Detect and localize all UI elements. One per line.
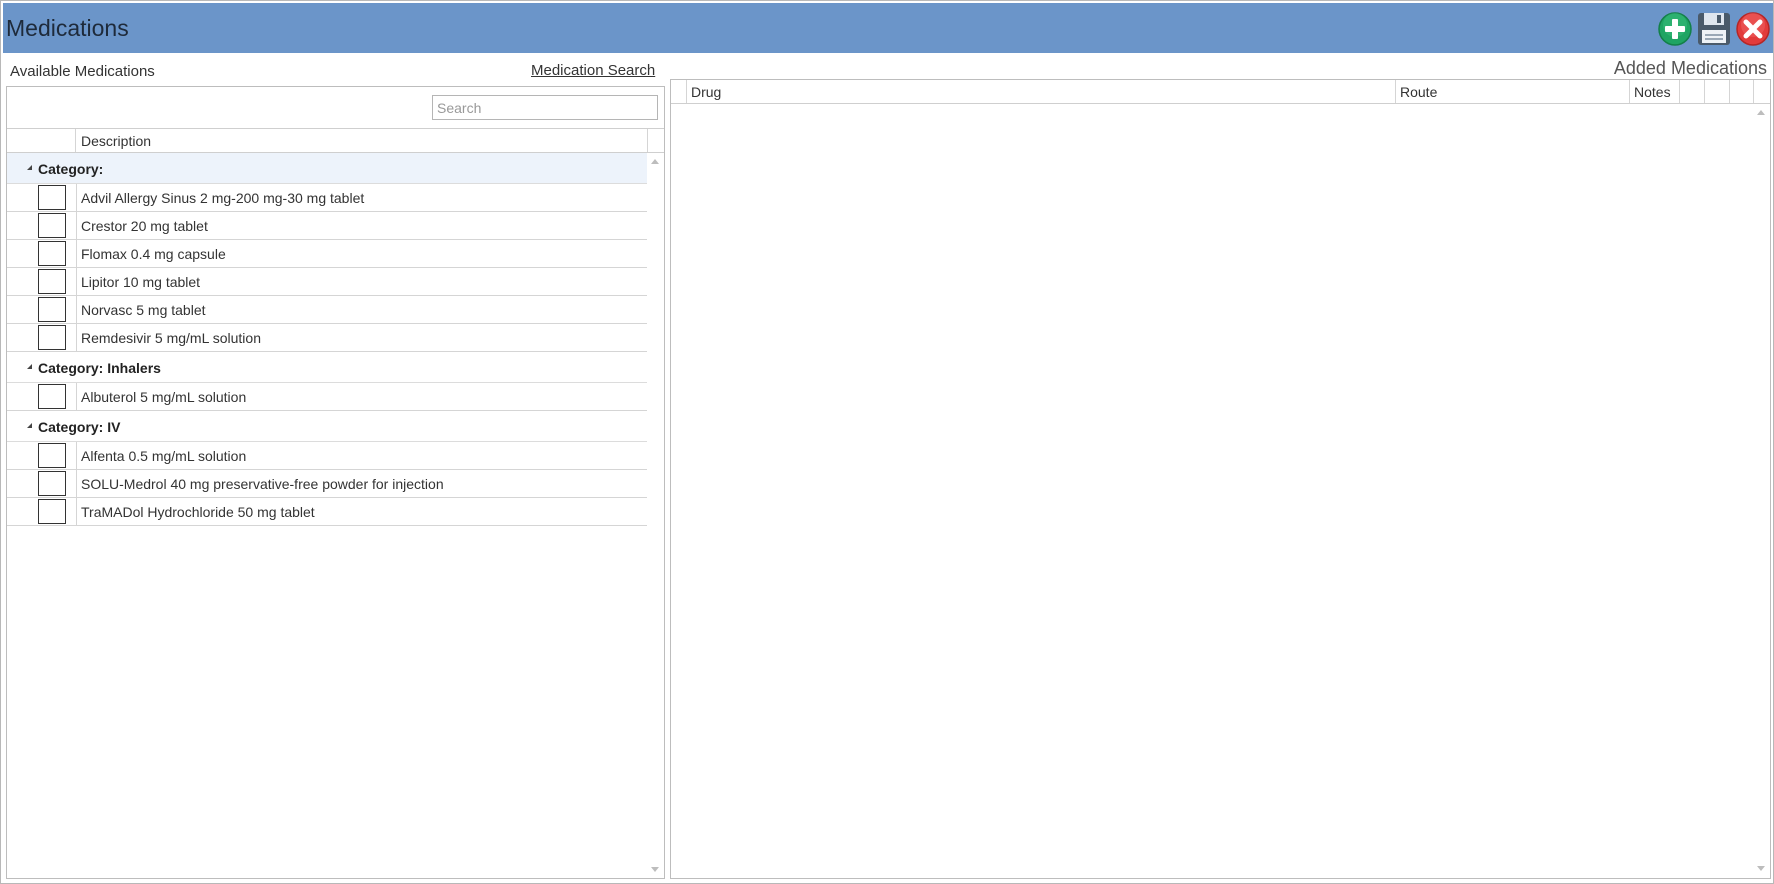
save-icon <box>1698 13 1730 45</box>
row-checkbox[interactable] <box>38 499 66 524</box>
drug-column-header[interactable]: Drug <box>687 80 1396 103</box>
scroll-down-icon[interactable] <box>1757 866 1765 871</box>
extra-column-header[interactable] <box>1730 80 1754 103</box>
row-checkbox[interactable] <box>38 241 66 266</box>
medication-description: Norvasc 5 mg tablet <box>81 302 206 318</box>
available-medications-label: Available Medications <box>10 63 155 80</box>
select-column-header[interactable] <box>7 129 76 152</box>
group-row[interactable]: Category: IV <box>7 411 647 442</box>
collapse-triangle-icon[interactable] <box>27 423 32 428</box>
added-medications-panel: Drug Route Notes <box>670 79 1771 879</box>
save-button[interactable] <box>1696 11 1732 47</box>
description-column-header[interactable]: Description <box>81 133 151 149</box>
medication-row[interactable]: Crestor 20 mg tablet <box>7 212 647 240</box>
medication-description: Lipitor 10 mg tablet <box>81 274 201 290</box>
medication-row[interactable]: Advil Allergy Sinus 2 mg-200 mg-30 mg ta… <box>7 184 647 212</box>
available-grid-header: Description <box>7 128 664 153</box>
extra-column-header[interactable] <box>1680 80 1705 103</box>
medication-row[interactable]: SOLU-Medrol 40 mg preservative-free powd… <box>7 470 647 498</box>
group-label: Category: IV <box>38 419 121 435</box>
close-button[interactable] <box>1735 11 1771 47</box>
indent-column-header <box>671 80 687 103</box>
group-label: Category: <box>38 161 104 177</box>
medication-description: Advil Allergy Sinus 2 mg-200 mg-30 mg ta… <box>81 190 365 206</box>
medication-description: Crestor 20 mg tablet <box>81 218 208 234</box>
scroll-down-icon[interactable] <box>651 867 659 872</box>
added-medications-label: Added Medications <box>1613 58 1767 78</box>
scroll-up-icon[interactable] <box>1757 110 1765 115</box>
route-column-header[interactable]: Route <box>1396 80 1630 103</box>
added-grid-header: Drug Route Notes <box>671 80 1770 104</box>
add-button[interactable] <box>1657 11 1693 47</box>
column-filler <box>647 129 664 152</box>
group-label: Category: Inhalers <box>38 360 161 376</box>
extra-column-header[interactable] <box>1705 80 1730 103</box>
available-vertical-scrollbar[interactable] <box>647 153 664 878</box>
notes-column-header[interactable]: Notes <box>1630 80 1680 103</box>
medication-row[interactable]: Lipitor 10 mg tablet <box>7 268 647 296</box>
medication-row[interactable]: TraMADol Hydrochloride 50 mg tablet <box>7 498 647 526</box>
medication-description: Flomax 0.4 mg capsule <box>81 246 226 262</box>
medications-window: Medications Available Medications Medica… <box>0 0 1774 884</box>
row-checkbox[interactable] <box>38 213 66 238</box>
title-bar: Medications <box>3 3 1773 53</box>
medication-search-link[interactable]: Medication Search <box>531 62 655 79</box>
added-vertical-scrollbar[interactable] <box>1753 104 1770 878</box>
add-icon <box>1658 12 1692 46</box>
row-checkbox[interactable] <box>38 471 66 496</box>
search-input[interactable] <box>432 95 658 120</box>
row-checkbox[interactable] <box>38 185 66 210</box>
medication-row[interactable]: Remdesivir 5 mg/mL solution <box>7 324 647 352</box>
group-row[interactable]: Category: Inhalers <box>7 352 647 383</box>
medication-row[interactable]: Alfenta 0.5 mg/mL solution <box>7 442 647 470</box>
medication-row[interactable]: Albuterol 5 mg/mL solution <box>7 383 647 411</box>
medication-description: SOLU-Medrol 40 mg preservative-free powd… <box>81 476 444 492</box>
scroll-up-icon[interactable] <box>651 159 659 164</box>
available-grid-body: Category: Advil Allergy Sinus 2 mg-200 m… <box>7 153 647 878</box>
medication-row[interactable]: Norvasc 5 mg tablet <box>7 296 647 324</box>
collapse-triangle-icon[interactable] <box>27 165 32 170</box>
medication-description: TraMADol Hydrochloride 50 mg tablet <box>81 504 315 520</box>
available-medications-panel: Description Category: Advil Allergy Sinu… <box>6 86 665 879</box>
row-checkbox[interactable] <box>38 269 66 294</box>
group-row[interactable]: Category: <box>7 153 647 184</box>
medication-description: Albuterol 5 mg/mL solution <box>81 389 247 405</box>
row-checkbox[interactable] <box>38 325 66 350</box>
medication-row[interactable]: Flomax 0.4 mg capsule <box>7 240 647 268</box>
row-checkbox[interactable] <box>38 443 66 468</box>
medication-description: Alfenta 0.5 mg/mL solution <box>81 448 247 464</box>
close-icon <box>1736 12 1770 46</box>
row-checkbox[interactable] <box>38 297 66 322</box>
window-title: Medications <box>6 15 129 41</box>
collapse-triangle-icon[interactable] <box>27 364 32 369</box>
row-checkbox[interactable] <box>38 384 66 409</box>
medication-description: Remdesivir 5 mg/mL solution <box>81 330 261 346</box>
